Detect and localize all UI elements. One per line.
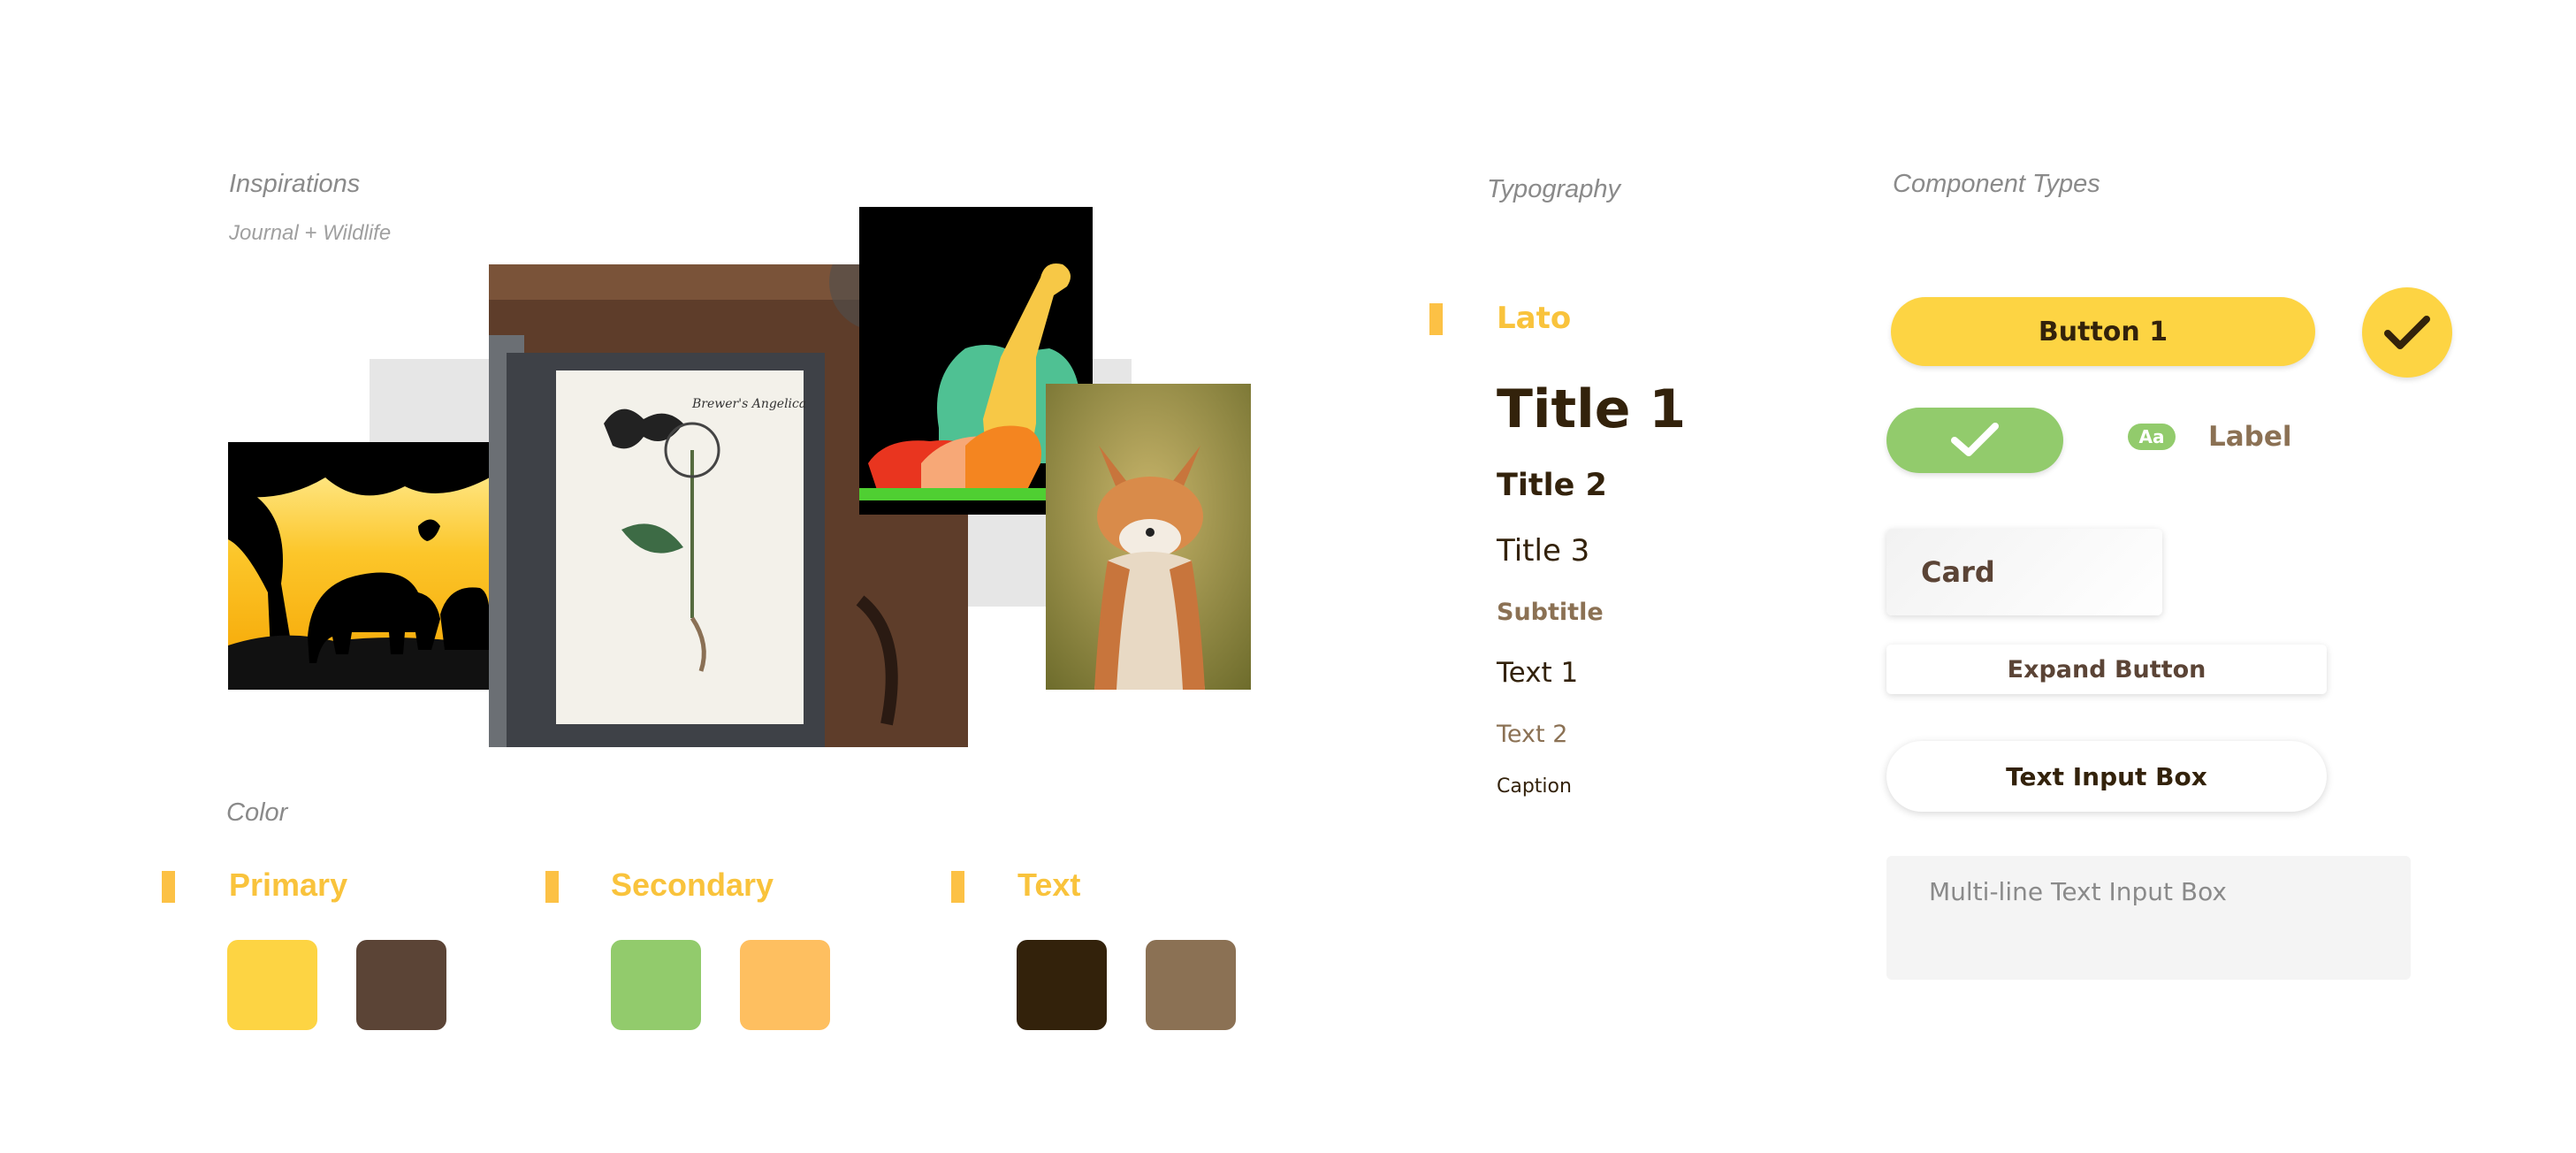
component-types-heading: Component Types — [1893, 170, 2100, 198]
typography-heading: Typography — [1487, 175, 1620, 203]
secondary-color-label: Secondary — [611, 867, 774, 903]
font-accent-bar — [1429, 303, 1443, 335]
check-icon — [1951, 423, 1999, 456]
text-swatch-tan — [1146, 940, 1236, 1030]
expand-button[interactable]: Expand Button — [1886, 645, 2327, 694]
title3-sample: Title 3 — [1497, 533, 1590, 569]
secondary-swatch-green — [611, 940, 701, 1030]
primary-swatch-brown — [356, 940, 446, 1030]
text2-sample: Text 2 — [1497, 721, 1568, 748]
color-heading: Color — [226, 798, 288, 827]
collage-backdrop — [370, 359, 495, 444]
card-label: Card — [1921, 555, 1995, 589]
text-swatch-dark — [1017, 940, 1107, 1030]
inspirations-subheading: Journal + Wildlife — [229, 221, 392, 245]
text-color-label: Text — [1017, 867, 1081, 903]
multiline-text-input[interactable]: Multi-line Text Input Box — [1886, 856, 2411, 980]
subtitle-sample: Subtitle — [1497, 599, 1604, 626]
confirm-check-button[interactable] — [1886, 408, 2063, 473]
secondary-swatch-orange — [740, 940, 830, 1030]
expand-button-label: Expand Button — [2007, 655, 2206, 683]
caption-sample: Caption — [1497, 775, 1572, 798]
aa-badge-text: Aa — [2138, 426, 2165, 447]
primary-color-label: Primary — [229, 867, 348, 903]
text1-sample: Text 1 — [1497, 657, 1579, 689]
card[interactable]: Card — [1886, 529, 2162, 615]
multiline-placeholder: Multi-line Text Input Box — [1929, 877, 2227, 906]
label-text: Label — [2208, 421, 2292, 453]
title2-sample: Title 2 — [1497, 468, 1607, 503]
secondary-accent-bar — [545, 871, 559, 903]
inspirations-heading: Inspirations — [229, 170, 361, 198]
elephant-sunset-image — [228, 442, 490, 690]
title1-sample: Title 1 — [1497, 378, 1687, 440]
aa-badge: Aa — [2128, 424, 2176, 450]
text-input-label: Text Input Box — [2006, 761, 2207, 791]
check-icon — [2384, 316, 2430, 349]
primary-accent-bar — [162, 871, 175, 903]
text-accent-bar — [951, 871, 964, 903]
journal-title-text: Brewer's Angelica — [692, 397, 807, 411]
fox-image — [1046, 384, 1251, 690]
button-1[interactable]: Button 1 — [1891, 297, 2315, 366]
check-circle-button[interactable] — [2362, 287, 2452, 378]
font-name-label: Lato — [1497, 301, 1572, 336]
text-input-box[interactable]: Text Input Box — [1886, 741, 2327, 812]
button-1-label: Button 1 — [2038, 316, 2168, 347]
primary-swatch-yellow — [227, 940, 317, 1030]
